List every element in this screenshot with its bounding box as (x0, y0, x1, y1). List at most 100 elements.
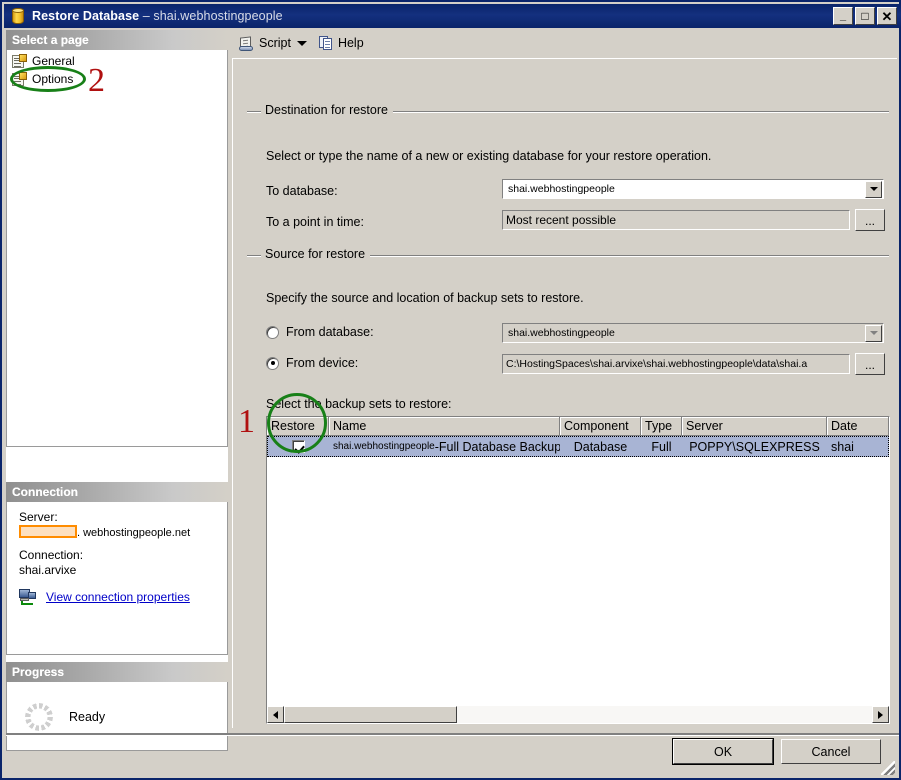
page-list-panel: General Options (6, 50, 228, 447)
connection-header: Connection (6, 482, 228, 502)
from-device-radio[interactable] (266, 356, 279, 370)
destination-hint: Select or type the name of a new or exis… (266, 149, 712, 163)
sidebar-item-label: Options (32, 72, 74, 86)
help-label: Help (337, 36, 364, 50)
connection-panel: Server: . webhostingpeople.net Connectio… (6, 502, 228, 655)
sidebar-item-general[interactable]: General (11, 52, 227, 70)
from-database-label: From database: (286, 325, 374, 339)
page-list: General Options (7, 50, 227, 88)
ok-button[interactable]: OK (673, 739, 773, 764)
script-button[interactable]: Script (236, 35, 312, 52)
chevron-down-icon[interactable] (296, 40, 307, 46)
from-database-value: shai.webhostingpeople (508, 327, 615, 339)
from-device-radio-row[interactable]: From device: (266, 356, 358, 370)
to-database-combo[interactable]: shai.webhostingpeople (502, 179, 884, 199)
from-device-browse-button[interactable]: ... (855, 353, 885, 375)
source-group-frame: Source for restore (247, 247, 889, 261)
network-connection-icon (19, 589, 37, 605)
server-value-row: . webhostingpeople.net (19, 525, 217, 539)
settings-panel: Destination for restore Select or type t… (232, 58, 897, 728)
window-title: Restore Database – shai.webhostingpeople (32, 9, 283, 23)
to-point-in-time-textbox[interactable]: Most recent possible (502, 210, 850, 230)
grid-horizontal-scrollbar[interactable] (267, 706, 889, 723)
close-icon: ✕ (881, 8, 893, 24)
grid-cell-name: shai.webhostingpeople -Full Database Back… (329, 436, 560, 457)
grid-cell-type: Full (651, 439, 672, 454)
from-device-textbox[interactable]: C:\HostingSpaces\shai.arvixe\shai.webhos… (502, 354, 850, 374)
cancel-label: Cancel (811, 744, 851, 759)
to-database-dropdown-button[interactable] (865, 180, 882, 198)
select-page-header: Select a page (6, 30, 228, 50)
view-connection-properties-link[interactable]: View connection properties (46, 590, 190, 604)
window-frame: Restore Database – shai.webhostingpeople… (0, 0, 901, 780)
from-device-label: From device: (286, 356, 359, 370)
window-controls: _ □ ✕ (833, 7, 899, 25)
sidebar-item-options[interactable]: Options (11, 70, 227, 88)
to-point-in-time-value: Most recent possible (506, 213, 617, 227)
grid-header-server[interactable]: Server (682, 417, 827, 436)
grid-header-row: Restore Name Component Type Server Date (267, 417, 889, 436)
grid-cell-server: POPPY\SQLEXPRESS (689, 439, 820, 454)
maximize-button[interactable]: □ (855, 7, 875, 25)
browse-label: ... (864, 358, 875, 372)
grid-header-name[interactable]: Name (329, 417, 560, 436)
server-label: Server: (19, 510, 58, 524)
from-database-combo[interactable]: shai.webhostingpeople (502, 323, 884, 343)
from-database-dropdown-button[interactable] (865, 324, 882, 342)
help-button[interactable]: Help (316, 35, 367, 52)
progress-panel: Ready (6, 682, 228, 751)
server-value-suffix: . webhostingpeople.net (77, 527, 191, 539)
grid-header-type[interactable]: Type (641, 417, 682, 436)
script-icon (239, 35, 255, 51)
grid-header-date[interactable]: Date (827, 417, 889, 436)
ok-label: OK (713, 744, 733, 759)
script-label: Script (259, 36, 291, 50)
toolbar: Script Help (230, 30, 899, 56)
window-title-main: Restore Database (32, 9, 140, 23)
database-icon (9, 7, 27, 25)
title-bar: Restore Database – shai.webhostingpeople… (4, 4, 901, 28)
footer-divider (6, 733, 899, 736)
backup-sets-grid[interactable]: Restore Name Component Type Server Date … (266, 416, 890, 724)
restore-checkbox[interactable] (291, 440, 305, 453)
from-device-value: C:\HostingSpaces\shai.arvixe\shai.webhos… (506, 358, 808, 370)
connection-label: Connection: (19, 548, 84, 562)
sidebar: Select a page General Options Connection… (6, 30, 228, 751)
grid-cell-name-prefix: shai.webhostingpeople (333, 441, 435, 452)
scroll-thumb[interactable] (284, 706, 457, 723)
close-button[interactable]: ✕ (877, 7, 897, 25)
spinner-icon (25, 703, 53, 731)
backup-sets-label: Select the backup sets to restore: (266, 397, 452, 411)
from-database-radio[interactable] (266, 325, 279, 339)
page-icon (11, 53, 27, 69)
resize-grip-icon[interactable] (881, 761, 895, 775)
browse-label: ... (864, 214, 875, 228)
destination-group-title: Destination for restore (261, 103, 393, 117)
minimize-icon: _ (839, 10, 847, 22)
scroll-right-button[interactable] (872, 706, 889, 723)
connection-value: shai.arvixe (19, 563, 77, 577)
window-title-subtitle: – shai.webhostingpeople (142, 9, 283, 23)
server-value-redaction (19, 525, 77, 538)
restore-checkbox-cell[interactable] (267, 436, 329, 457)
content-area: Script Help Destination for restore Sele… (230, 30, 899, 730)
minimize-button[interactable]: _ (833, 7, 853, 25)
grid-cell-date: shai (831, 439, 854, 454)
destination-group-frame: Destination for restore (247, 103, 889, 117)
table-row[interactable]: shai.webhostingpeople -Full Database Back… (267, 436, 889, 457)
from-database-radio-row[interactable]: From database: (266, 325, 374, 339)
view-connection-properties-row[interactable]: View connection properties (19, 589, 217, 605)
to-point-in-time-browse-button[interactable]: ... (855, 209, 885, 231)
source-hint: Specify the source and location of backu… (266, 291, 584, 305)
grid-header-restore[interactable]: Restore (267, 417, 329, 436)
restore-database-dialog: Restore Database – shai.webhostingpeople… (0, 0, 901, 780)
maximize-icon: □ (861, 9, 869, 23)
page-icon (11, 71, 27, 87)
cancel-button[interactable]: Cancel (781, 739, 881, 764)
grid-header-component[interactable]: Component (560, 417, 641, 436)
to-database-label: To database: (266, 184, 338, 198)
scroll-left-button[interactable] (267, 706, 284, 723)
progress-status: Ready (69, 710, 106, 724)
source-group-title: Source for restore (261, 247, 371, 261)
sidebar-item-label: General (32, 54, 75, 68)
